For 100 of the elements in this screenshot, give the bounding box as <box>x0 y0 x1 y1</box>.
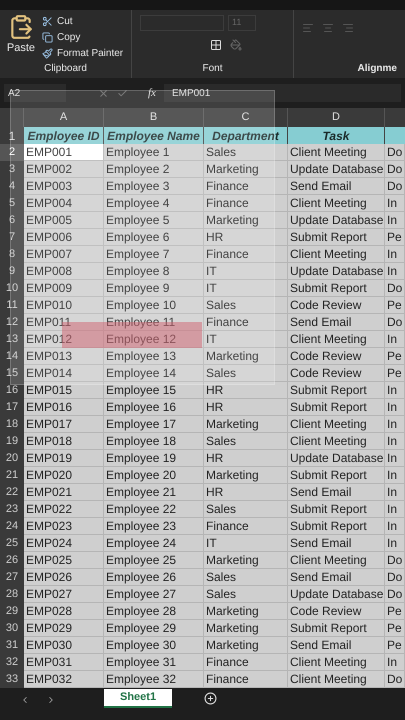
table-cell: Employee 24 <box>104 535 204 552</box>
table-cell: Finance <box>204 314 288 331</box>
table-cell: Do <box>385 178 405 195</box>
enter-icon[interactable] <box>117 88 128 98</box>
table-cell: Finance <box>204 654 288 671</box>
table-cell: Pe <box>385 603 405 620</box>
row-header[interactable]: 33 <box>0 671 24 688</box>
row-header[interactable]: 15 <box>0 365 24 382</box>
table-cell: Sales <box>204 144 288 161</box>
table-cell: In <box>385 467 405 484</box>
brush-icon <box>42 48 53 59</box>
row-header[interactable]: 14 <box>0 348 24 365</box>
table-cell: EMP017 <box>24 416 104 433</box>
row-header[interactable]: 18 <box>0 416 24 433</box>
table-cell: EMP006 <box>24 229 104 246</box>
row-header[interactable]: 28 <box>0 586 24 603</box>
table-cell: EMP010 <box>24 297 104 314</box>
table-cell: Marketing <box>204 637 288 654</box>
table-cell: Employee 3 <box>104 178 204 195</box>
table-cell: EMP002 <box>24 161 104 178</box>
function-label[interactable]: fx <box>148 84 156 102</box>
painter-button[interactable]: Format Painter <box>42 46 124 61</box>
table-cell: EMP001 <box>24 144 104 161</box>
header-cell: Department <box>204 127 288 145</box>
paste-button[interactable]: Paste <box>4 14 38 61</box>
table-cell: Client Meeting <box>288 246 385 263</box>
table-cell: Update Database <box>288 450 385 467</box>
header-cell: Employee Name <box>104 127 204 145</box>
row-header[interactable]: 23 <box>0 501 24 518</box>
table-cell: Send Email <box>288 535 385 552</box>
table-cell: Finance <box>204 246 288 263</box>
sheet-tab[interactable]: Sheet1 <box>104 689 172 708</box>
cancel-icon[interactable] <box>98 88 109 98</box>
table-cell: Employee 7 <box>104 246 204 263</box>
row-header[interactable]: 22 <box>0 484 24 501</box>
row-header[interactable]: 27 <box>0 569 24 586</box>
table-cell: Sales <box>204 365 288 382</box>
row-header[interactable]: 2 <box>0 144 24 161</box>
table-cell: Employee 10 <box>104 297 204 314</box>
table-cell: In <box>385 331 405 348</box>
table-cell: EMP020 <box>24 467 104 484</box>
table-cell: In <box>385 450 405 467</box>
row-header[interactable]: 17 <box>0 399 24 416</box>
table-cell: Code Review <box>288 603 385 620</box>
row-header[interactable]: 24 <box>0 518 24 535</box>
row-header[interactable]: 3 <box>0 161 24 178</box>
row-header[interactable]: 6 <box>0 212 24 229</box>
row-header[interactable]: 11 <box>0 297 24 314</box>
table-cell: Employee 2 <box>104 161 204 178</box>
fill-color-icon[interactable] <box>230 39 242 51</box>
row-header[interactable]: 32 <box>0 654 24 671</box>
row-header[interactable]: 1 <box>0 127 24 145</box>
table-cell: Employee 19 <box>104 450 204 467</box>
table-cell: Submit Report <box>288 518 385 535</box>
row-header[interactable]: 4 <box>0 178 24 195</box>
name-box[interactable]: A2 <box>4 84 66 102</box>
borders-icon[interactable] <box>210 39 222 51</box>
cut-button[interactable]: Cut <box>42 14 124 29</box>
table-cell: EMP004 <box>24 195 104 212</box>
table-cell: In <box>385 518 405 535</box>
table-cell: EMP011 <box>24 314 104 331</box>
formula-field[interactable]: EMP001 <box>164 84 401 102</box>
row-header[interactable]: 31 <box>0 637 24 654</box>
add-sheet-icon[interactable] <box>204 692 218 705</box>
row-header[interactable]: 9 <box>0 263 24 280</box>
row-header[interactable]: 16 <box>0 382 24 399</box>
group-label: Font <box>202 62 222 76</box>
row-header[interactable]: 20 <box>0 450 24 467</box>
row-header[interactable]: 25 <box>0 535 24 552</box>
table-cell: EMP018 <box>24 433 104 450</box>
row-header[interactable]: 19 <box>0 433 24 450</box>
table-cell: EMP019 <box>24 450 104 467</box>
row-header[interactable]: 12 <box>0 314 24 331</box>
table-cell: Code Review <box>288 348 385 365</box>
table-cell: Marketing <box>204 620 288 637</box>
row-header[interactable]: 21 <box>0 467 24 484</box>
copy-button[interactable]: Copy <box>42 30 124 45</box>
table-cell: In <box>385 212 405 229</box>
table-cell: IT <box>204 331 288 348</box>
row-header[interactable]: 30 <box>0 620 24 637</box>
row-header[interactable]: 7 <box>0 229 24 246</box>
row-header[interactable]: 29 <box>0 603 24 620</box>
row-header[interactable]: 5 <box>0 195 24 212</box>
table-cell: Update Database <box>288 161 385 178</box>
table-cell: Update Database <box>288 263 385 280</box>
row-header[interactable]: 13 <box>0 331 24 348</box>
table-cell: Employee 11 <box>104 314 204 331</box>
table-cell: In <box>385 535 405 552</box>
table-cell: Send Email <box>288 484 385 501</box>
table-cell: Submit Report <box>288 280 385 297</box>
table-cell: EMP012 <box>24 331 104 348</box>
row-header[interactable]: 10 <box>0 280 24 297</box>
table-cell: EMP007 <box>24 246 104 263</box>
row-header[interactable]: 8 <box>0 246 24 263</box>
table-cell: Do <box>385 144 405 161</box>
table-cell: Do <box>385 161 405 178</box>
table-cell: In <box>385 382 405 399</box>
table-cell: Update Database <box>288 586 385 603</box>
row-header[interactable]: 26 <box>0 552 24 569</box>
table-cell: Marketing <box>204 161 288 178</box>
